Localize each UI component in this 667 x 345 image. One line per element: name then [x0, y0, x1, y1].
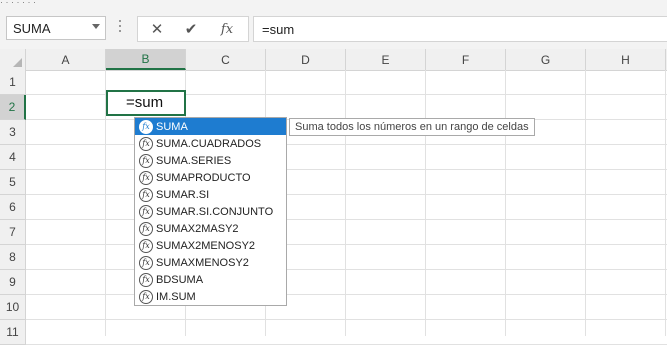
autocomplete-item[interactable]: fx SUMAX2MENOSY2: [135, 237, 286, 254]
function-icon: fx: [139, 238, 153, 253]
autocomplete-item-label: SUMAR.SI: [156, 188, 210, 201]
grid-row-line: [26, 244, 667, 245]
column-header-d[interactable]: D: [266, 49, 346, 70]
autocomplete-item-label: IM.SUM: [156, 290, 196, 303]
autocomplete-item-label: SUMA.SERIES: [156, 154, 232, 167]
row-header-3[interactable]: 3: [0, 120, 26, 145]
function-icon: fx: [139, 255, 153, 270]
column-header-f[interactable]: F: [426, 49, 506, 70]
column-headers: ABCDEFGH: [0, 49, 667, 71]
row-header-1[interactable]: 1: [0, 70, 26, 95]
ellipsis-icon: · · · · · · ·: [0, 0, 36, 7]
row-header-11[interactable]: 11: [0, 320, 26, 345]
column-header-a[interactable]: A: [26, 49, 106, 70]
grid-column-line: [505, 70, 506, 336]
row-header-5[interactable]: 5: [0, 170, 26, 195]
column-header-c[interactable]: C: [186, 49, 266, 70]
row-header-7[interactable]: 7: [0, 220, 26, 245]
function-icon: fx: [139, 153, 153, 168]
function-tooltip: Suma todos los números en un rango de ce…: [289, 118, 535, 136]
autocomplete-item[interactable]: fx SUMA.SERIES: [135, 152, 286, 169]
function-icon: fx: [139, 204, 153, 219]
active-cell-value: =sum: [126, 94, 164, 111]
row-header-4[interactable]: 4: [0, 145, 26, 170]
grid-column-line: [345, 70, 346, 336]
function-icon: fx: [139, 170, 153, 185]
autocomplete-item[interactable]: fx BDSUMA: [135, 271, 286, 288]
grid-row-line: [26, 269, 667, 270]
column-header-g[interactable]: G: [506, 49, 586, 70]
autocomplete-item-label: SUMAX2MASY2: [156, 222, 239, 235]
autocomplete-item[interactable]: fx IM.SUM: [135, 288, 286, 305]
column-header-e[interactable]: E: [346, 49, 426, 70]
function-icon: fx: [139, 221, 153, 236]
autocomplete-item-label: SUMAXMENOSY2: [156, 256, 249, 269]
grid-row-line: [26, 294, 667, 295]
autocomplete-item[interactable]: fx SUMAPRODUCTO: [135, 169, 286, 186]
formula-input-value: =sum: [262, 22, 295, 37]
grid-column-line: [665, 70, 666, 336]
function-icon: fx: [139, 289, 153, 304]
active-cell[interactable]: =sum: [106, 90, 186, 116]
autocomplete-item[interactable]: fx SUMAX2MASY2: [135, 220, 286, 237]
row-header-8[interactable]: 8: [0, 245, 26, 270]
function-icon: fx: [139, 119, 153, 134]
select-all-button[interactable]: [0, 49, 26, 70]
name-box-value: SUMA: [13, 21, 51, 36]
formula-bar: SUMA ✕ ✔ fx =sum: [0, 9, 667, 50]
autocomplete-item-label: SUMA: [156, 120, 188, 133]
autocomplete-item-label: SUMA.CUADRADOS: [156, 137, 262, 150]
autocomplete-item[interactable]: fx SUMA.CUADRADOS: [135, 135, 286, 152]
chevron-down-icon[interactable]: [92, 24, 100, 29]
autocomplete-item[interactable]: fx SUMAR.SI: [135, 186, 286, 203]
autocomplete-dropdown[interactable]: fx SUMA fx SUMA.CUADRADOS fx SUMA.SERIES fx SUM…: [134, 117, 287, 306]
drag-handle-icon[interactable]: [119, 20, 121, 36]
row-header-2[interactable]: 2: [0, 95, 26, 120]
grid-row-line: [26, 144, 667, 145]
close-icon[interactable]: ✕: [140, 17, 174, 41]
formula-input[interactable]: =sum: [253, 16, 667, 42]
select-all-icon: [13, 58, 22, 67]
formula-buttons: ✕ ✔ fx: [137, 16, 249, 42]
column-header-b[interactable]: B: [106, 49, 186, 70]
fx-icon[interactable]: fx: [210, 17, 244, 41]
name-box[interactable]: SUMA: [6, 16, 106, 40]
column-header-h[interactable]: H: [586, 49, 666, 70]
grid-row-line: [26, 219, 667, 220]
function-icon: fx: [139, 187, 153, 202]
function-icon: fx: [139, 272, 153, 287]
grid-row-line: [26, 319, 667, 320]
check-icon[interactable]: ✔: [174, 17, 208, 41]
function-icon: fx: [139, 136, 153, 151]
row-header-6[interactable]: 6: [0, 195, 26, 220]
autocomplete-item-label: SUMAPRODUCTO: [156, 171, 251, 184]
row-header-10[interactable]: 10: [0, 295, 26, 320]
grid-column-line: [585, 70, 586, 336]
autocomplete-item[interactable]: fx SUMAXMENOSY2: [135, 254, 286, 271]
autocomplete-item[interactable]: fx SUMA: [135, 118, 286, 135]
autocomplete-item[interactable]: fx SUMAR.SI.CONJUNTO: [135, 203, 286, 220]
row-header-9[interactable]: 9: [0, 270, 26, 295]
grid-column-line: [425, 70, 426, 336]
autocomplete-item-label: SUMAX2MENOSY2: [156, 239, 256, 252]
autocomplete-item-label: BDSUMA: [156, 273, 204, 286]
autocomplete-item-label: SUMAR.SI.CONJUNTO: [156, 205, 274, 218]
grid-row-line: [26, 194, 667, 195]
grid-row-line: [26, 169, 667, 170]
